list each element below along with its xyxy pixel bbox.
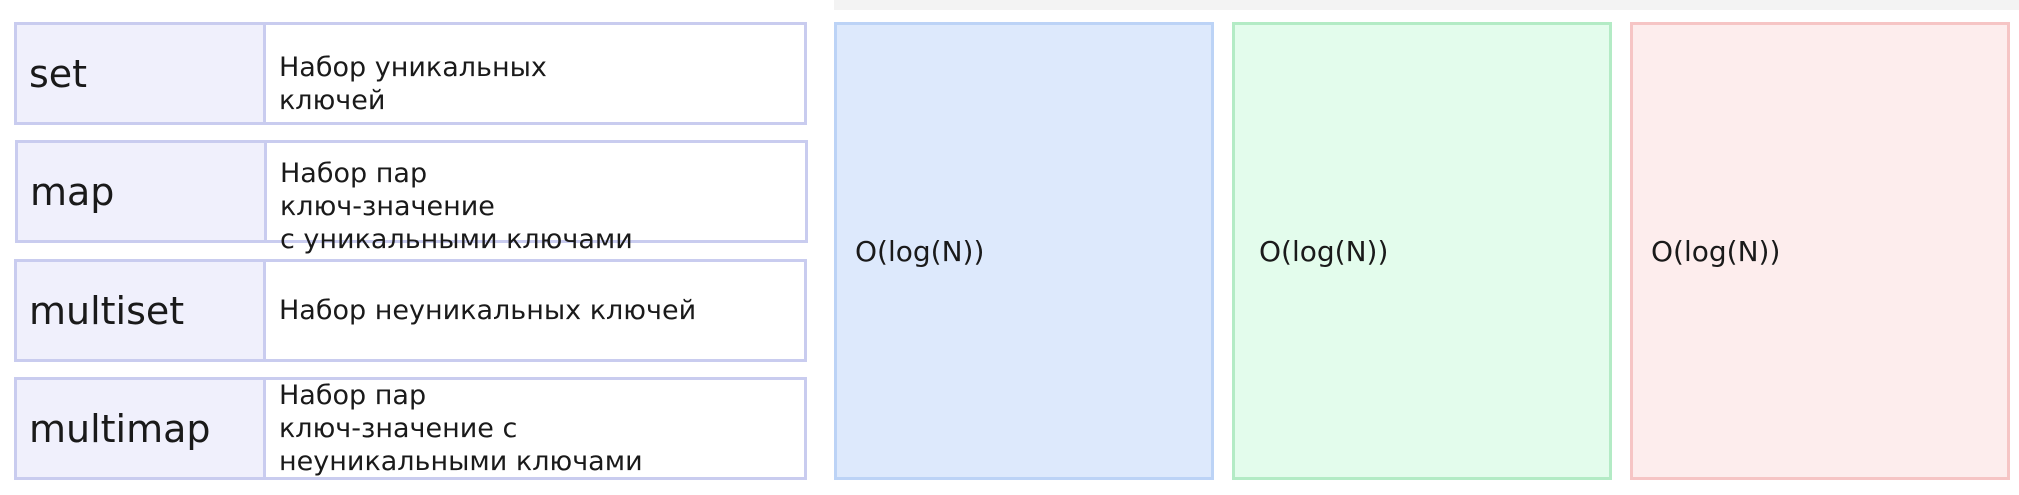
- top-strip: [834, 0, 2019, 10]
- complexity-panel-1: O(log(N)): [834, 22, 1214, 480]
- container-description-text: Набор пар ключ-значение с неуникальными …: [279, 380, 643, 477]
- complexity-panel-2: O(log(N)): [1232, 22, 1612, 480]
- complexity-label: O(log(N)): [855, 234, 985, 268]
- container-description-text: Набор неуникальных ключей: [279, 295, 697, 326]
- container-row-multiset: multiset Набор неуникальных ключей: [14, 259, 807, 362]
- container-name: set: [17, 25, 266, 122]
- container-name: map: [18, 143, 267, 240]
- container-description: Набор неуникальных ключей: [266, 262, 804, 359]
- complexity-label: O(log(N)): [1259, 234, 1389, 268]
- container-name: multiset: [17, 262, 266, 359]
- container-description: Набор пар ключ-значение с неуникальными …: [266, 380, 804, 477]
- container-name: multimap: [17, 380, 266, 477]
- container-row-map: map Набор пар ключ-значение с уникальным…: [15, 140, 808, 255]
- container-row-multimap: multimap Набор пар ключ-значение с неуни…: [14, 377, 807, 480]
- complexity-panel-3: O(log(N)): [1630, 22, 2010, 480]
- complexity-label: O(log(N)): [1651, 234, 1781, 268]
- container-description: Набор пар ключ-значение с уникальными кл…: [267, 143, 805, 255]
- container-description: Набор уникальных ключей: [266, 25, 804, 122]
- container-description-text: Набор пар ключ-значение с уникальными кл…: [280, 158, 633, 255]
- container-description-text: Набор уникальных ключей: [279, 51, 547, 116]
- container-row-set: set Набор уникальных ключей: [14, 22, 807, 125]
